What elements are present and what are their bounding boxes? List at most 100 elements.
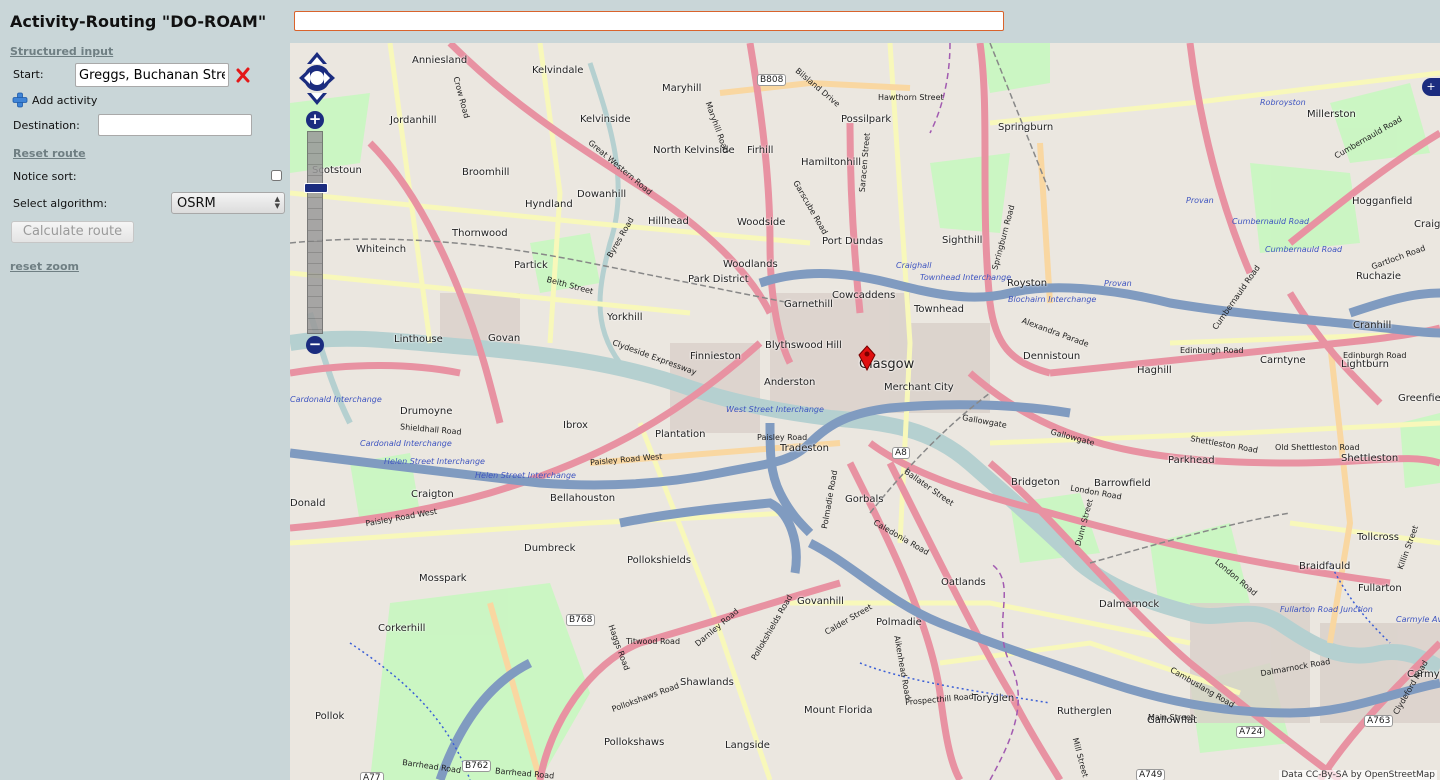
- structured-input-link[interactable]: Structured input: [10, 45, 113, 58]
- place-label: Anderston: [764, 377, 816, 388]
- place-label: Hogganfield: [1352, 196, 1413, 207]
- place-label: Jordanhill: [390, 115, 437, 126]
- reset-route-link[interactable]: Reset route: [13, 147, 86, 160]
- red-x-icon[interactable]: [236, 67, 250, 83]
- interchange-label: Carmyle Avenue: [1396, 615, 1440, 624]
- interchange-label: Craighall: [896, 261, 932, 270]
- reset-zoom-link[interactable]: reset zoom: [10, 260, 79, 273]
- place-label: Langside: [725, 740, 770, 751]
- place-label: Dumbreck: [524, 543, 576, 554]
- place-label: Ibrox: [563, 420, 588, 431]
- road-shield: A749: [1136, 769, 1166, 780]
- place-label: Hyndland: [525, 199, 573, 210]
- zoom-slider-handle[interactable]: [304, 183, 328, 193]
- app-title: Activity-Routing "DO-ROAM": [10, 12, 267, 31]
- interchange-label: Helen Street Interchange: [475, 471, 576, 480]
- interchange-label: West Street Interchange: [726, 405, 824, 414]
- start-label: Start:: [13, 68, 44, 81]
- select-arrows-icon: ▲ ▼: [274, 195, 280, 210]
- place-label: Townhead: [914, 304, 965, 315]
- place-label: Cranhill: [1353, 320, 1392, 331]
- place-label: Shettleston: [1341, 453, 1399, 464]
- place-label: Garnethill: [784, 299, 833, 310]
- interchange-label: Robroyston: [1260, 98, 1306, 107]
- road-shield: A8: [892, 447, 910, 459]
- place-label: Royston: [1007, 278, 1048, 289]
- top-search-input[interactable]: [294, 11, 1004, 31]
- place-label: Parkhead: [1168, 455, 1215, 466]
- place-label: Firhill: [747, 145, 774, 156]
- place-label: Linthouse: [394, 334, 443, 345]
- place-label: Craigend: [1414, 219, 1440, 230]
- destination-label: Destination:: [13, 119, 80, 132]
- interchange-label: Fullarton Road Junction: [1280, 605, 1373, 614]
- place-label: Thornwood: [452, 228, 508, 239]
- interchange-label: Townhead Interchange: [920, 273, 1012, 282]
- road-shield: B768: [566, 614, 596, 626]
- map-pin-icon[interactable]: [857, 345, 877, 371]
- interchange-label: Blochairn Interchange: [1008, 295, 1097, 304]
- place-label: Drumoyne: [400, 406, 453, 417]
- map-attribution: Data CC-By-SA by OpenStreetMap: [1279, 770, 1437, 780]
- notice-sort-checkbox[interactable]: [271, 170, 282, 181]
- place-label: Kelvinside: [580, 114, 631, 125]
- select-algorithm-label: Select algorithm:: [13, 197, 108, 210]
- zoom-bar[interactable]: [307, 131, 323, 334]
- place-label: Millerston: [1307, 109, 1356, 120]
- place-label: Broomhill: [462, 167, 510, 178]
- place-label: Braidfauld: [1299, 561, 1351, 572]
- place-label: Hillhead: [648, 216, 689, 227]
- place-label: Anniesland: [412, 55, 468, 66]
- calculate-route-button[interactable]: Calculate route: [11, 221, 134, 243]
- interchange-label: Cumbernauld Road: [1265, 245, 1343, 254]
- place-label: Sighthill: [942, 235, 983, 246]
- algorithm-select[interactable]: OSRM ▲ ▼: [171, 192, 285, 214]
- road-shield: A763: [1364, 715, 1394, 727]
- place-label: Fullarton: [1358, 583, 1402, 594]
- road-label: Main Street: [1148, 713, 1194, 722]
- place-label: Donald: [290, 498, 326, 509]
- place-label: Springburn: [998, 122, 1054, 133]
- start-input[interactable]: [75, 63, 229, 87]
- layer-switcher-icon[interactable]: +: [1422, 78, 1440, 96]
- place-label: Maryhill: [662, 83, 702, 94]
- add-activity-link[interactable]: Add activity: [32, 94, 97, 107]
- road-label: Titwood Road: [626, 637, 681, 646]
- place-label: Barrowfield: [1094, 478, 1151, 489]
- zoom-in-button[interactable]: +: [306, 111, 324, 129]
- place-label: Whiteinch: [356, 244, 407, 255]
- place-label: Bellahouston: [550, 493, 616, 504]
- place-label: Gorbals: [845, 494, 884, 505]
- zoom-out-button[interactable]: −: [306, 336, 324, 354]
- place-label: Craigton: [411, 489, 454, 500]
- place-label: Blythswood Hill: [765, 340, 842, 351]
- place-label: Pollokshaws: [604, 737, 665, 748]
- algorithm-selected-value: OSRM: [177, 196, 216, 211]
- place-label: Port Dundas: [822, 236, 884, 247]
- road-shield: A724: [1236, 726, 1266, 738]
- blue-plus-icon[interactable]: [12, 92, 28, 108]
- sidebar: Structured input Start: Add activity Des…: [0, 40, 290, 780]
- interchange-label: Cardonald Interchange: [360, 439, 452, 448]
- map-viewport[interactable]: Anniesland Kelvindale Maryhill Possilpar…: [290, 43, 1440, 780]
- road-label: Edinburgh Road: [1343, 351, 1407, 360]
- place-label: Mount Florida: [804, 705, 873, 716]
- place-label: Govan: [488, 333, 521, 344]
- notice-sort-label: Notice sort:: [13, 170, 77, 183]
- place-label: Mosspark: [419, 573, 467, 584]
- place-label: Woodside: [737, 217, 786, 228]
- place-label: Woodlands: [723, 259, 778, 270]
- road-shield: B808: [757, 74, 787, 86]
- place-label: Pollok: [315, 711, 345, 722]
- place-label: Govanhill: [797, 596, 844, 607]
- destination-input[interactable]: [98, 114, 252, 136]
- place-label: Cowcaddens: [832, 290, 896, 301]
- place-label: Possilpark: [841, 114, 892, 125]
- place-label: Greenfield: [1398, 393, 1440, 404]
- place-label: Carntyne: [1260, 355, 1306, 366]
- place-label: Partick: [514, 260, 548, 271]
- pan-arrows-icon[interactable]: [298, 51, 336, 106]
- interchange-label: Provan: [1104, 279, 1132, 288]
- place-label: Plantation: [655, 429, 706, 440]
- road-shield: B762: [462, 760, 492, 772]
